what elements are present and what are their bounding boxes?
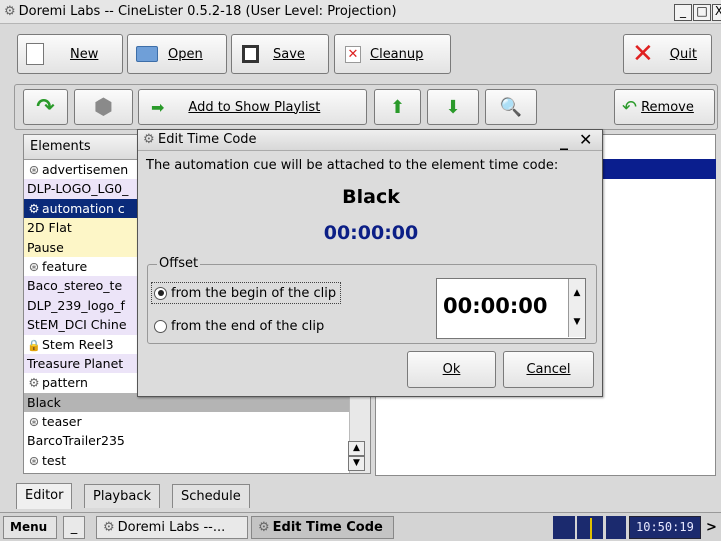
dialog-minimize-button[interactable]: _ [560, 131, 568, 150]
clock[interactable]: 10:50:19 [629, 516, 701, 539]
playlist-selected-row[interactable] [603, 159, 716, 179]
green-arrow-up-icon: ⬆ [389, 96, 406, 118]
taskbar-minimize-button[interactable]: _ [63, 516, 85, 539]
reel-icon: ⊛ [28, 258, 40, 274]
tab-schedule[interactable]: Schedule [172, 484, 250, 508]
quit-button[interactable]: ✕ Quit [623, 34, 712, 74]
scroll-up-button[interactable]: ▲ [348, 441, 365, 456]
option-end-radio[interactable]: from the end of the clip [152, 316, 324, 336]
taskbar-more-button[interactable]: > [706, 517, 720, 538]
element-name: Black [342, 186, 400, 208]
window-title: Doremi Labs -- CineLister 0.5.2-18 (User… [18, 4, 397, 19]
magnifier-icon: 🔍 [499, 96, 523, 118]
list-item[interactable]: ⊛ test [24, 450, 370, 471]
forward-arrow-button[interactable]: ↷ [23, 89, 68, 125]
list-item-label: automation c [42, 200, 125, 216]
dialog-message: The automation cue will be attached to t… [146, 158, 559, 173]
taskbar-task-edit-time-code[interactable]: ⚙ Edit Time Code [251, 516, 394, 539]
network-monitor-graph [577, 516, 603, 539]
new-button[interactable]: New [17, 34, 123, 74]
save-button[interactable]: Save [231, 34, 329, 74]
cleanup-button[interactable]: ✕ Cleanup [334, 34, 451, 74]
search-button[interactable]: 🔍 [485, 89, 537, 125]
green-back-arrow-icon: ↶ [622, 96, 638, 118]
green-arrow-right-icon: ➡ [151, 97, 165, 117]
add-to-show-playlist-button[interactable]: ➡ Add to Show Playlist [138, 89, 367, 125]
list-item-label: DLP-LOGO_LG0_ [27, 181, 129, 197]
app-icon: ⚙ [4, 4, 16, 19]
spin-down-button[interactable]: ▼ [568, 308, 585, 337]
list-item-label: Baco_stereo_te [27, 278, 123, 294]
list-item-label: StEM_DCI Chine [27, 317, 127, 333]
close-button[interactable]: X [712, 4, 721, 21]
edit-time-code-dialog: ⚙ Edit Time Code _ ✕ The automation cue … [137, 129, 603, 397]
move-up-button[interactable]: ⬆ [374, 89, 421, 125]
list-item-label: Stem Reel3 [42, 336, 114, 352]
list-item[interactable]: BarcoTrailer235 [24, 431, 370, 451]
dialog-title: Edit Time Code [158, 132, 257, 147]
minimize-button[interactable]: _ [674, 4, 692, 21]
window-titlebar[interactable]: ⚙ Doremi Labs -- CineLister 0.5.2-18 (Us… [0, 0, 721, 24]
cleanup-x-icon: ✕ [345, 45, 361, 63]
option-begin-radio[interactable]: from the begin of the clip [151, 282, 342, 304]
gear-icon: ⚙ [28, 200, 40, 216]
option-end-label: from the end of the clip [171, 318, 325, 334]
radio-selected-icon [154, 286, 167, 300]
link-button[interactable]: ⬢ [74, 89, 133, 125]
green-arrow-down-icon: ⬇ [445, 96, 461, 118]
open-button[interactable]: Open [127, 34, 227, 74]
list-item-label: test [42, 452, 67, 468]
offset-timecode-value[interactable]: 00:00:00 [443, 294, 547, 318]
tab-editor[interactable]: Editor [16, 483, 73, 509]
ok-button[interactable]: Ok [407, 351, 496, 388]
lock-icon: 🔒 [27, 338, 41, 352]
maximize-button[interactable]: □ [693, 4, 711, 21]
dialog-close-button[interactable]: ✕ [579, 130, 592, 149]
offset-timecode-spinbox[interactable]: 00:00:00 ▲ ▼ [436, 278, 586, 339]
taskbar: Menu _ ⚙ Doremi Labs --... ⚙ Edit Time Cod… [0, 512, 721, 541]
option-begin-label: from the begin of the clip [171, 285, 337, 301]
list-item-label: feature [42, 258, 88, 274]
floppy-disk-icon [242, 45, 259, 63]
list-item-label: teaser [42, 414, 82, 430]
list-item-label: BarcoTrailer235 [27, 433, 125, 449]
move-down-button[interactable]: ⬇ [427, 89, 479, 125]
gear-icon: ⚙ [28, 375, 40, 391]
cancel-button[interactable]: Cancel [503, 351, 594, 388]
taskbar-task-cinelister[interactable]: ⚙ Doremi Labs --... [96, 516, 248, 539]
list-item-label: 2D Flat [27, 220, 72, 236]
memory-monitor-graph [606, 516, 626, 539]
menu-button[interactable]: Menu [3, 516, 57, 539]
taskbar-dialog-icon: ⚙ [258, 520, 270, 535]
gray-gear-shapes-icon: ⬢ [93, 94, 114, 120]
list-item-label: Black [27, 394, 61, 410]
remove-button[interactable]: ↶ Remove [614, 89, 715, 125]
new-document-icon [26, 43, 44, 65]
tab-playback[interactable]: Playback [84, 484, 161, 508]
radio-unselected-icon [154, 319, 167, 333]
green-curved-arrow-icon: ↷ [36, 94, 55, 120]
reel-icon: ⊛ [28, 162, 40, 177]
spin-up-button[interactable]: ▲ [568, 279, 585, 309]
offset-legend: Offset [157, 256, 201, 271]
list-item[interactable]: ⊛ teaser [24, 412, 370, 432]
list-item-label: Treasure Planet [27, 355, 124, 371]
quit-x-icon: ✕ [632, 39, 654, 69]
reel-icon: ⊛ [28, 414, 40, 430]
open-folder-icon [136, 46, 158, 62]
dialog-titlebar[interactable]: ⚙ Edit Time Code _ ✕ [138, 130, 602, 151]
list-item-label: DLP_239_logo_f [27, 297, 125, 313]
list-item-label: advertisemen [42, 162, 129, 177]
reel-icon: ⊛ [28, 452, 40, 468]
dialog-gear-icon: ⚙ [143, 132, 155, 147]
scroll-down-button[interactable]: ▼ [348, 456, 365, 471]
list-item-label: pattern [42, 375, 88, 391]
list-item-label: Pause [27, 239, 64, 255]
element-timecode: 00:00:00 [323, 222, 419, 244]
taskbar-app-icon: ⚙ [103, 520, 115, 535]
cpu-monitor-graph [553, 516, 575, 539]
